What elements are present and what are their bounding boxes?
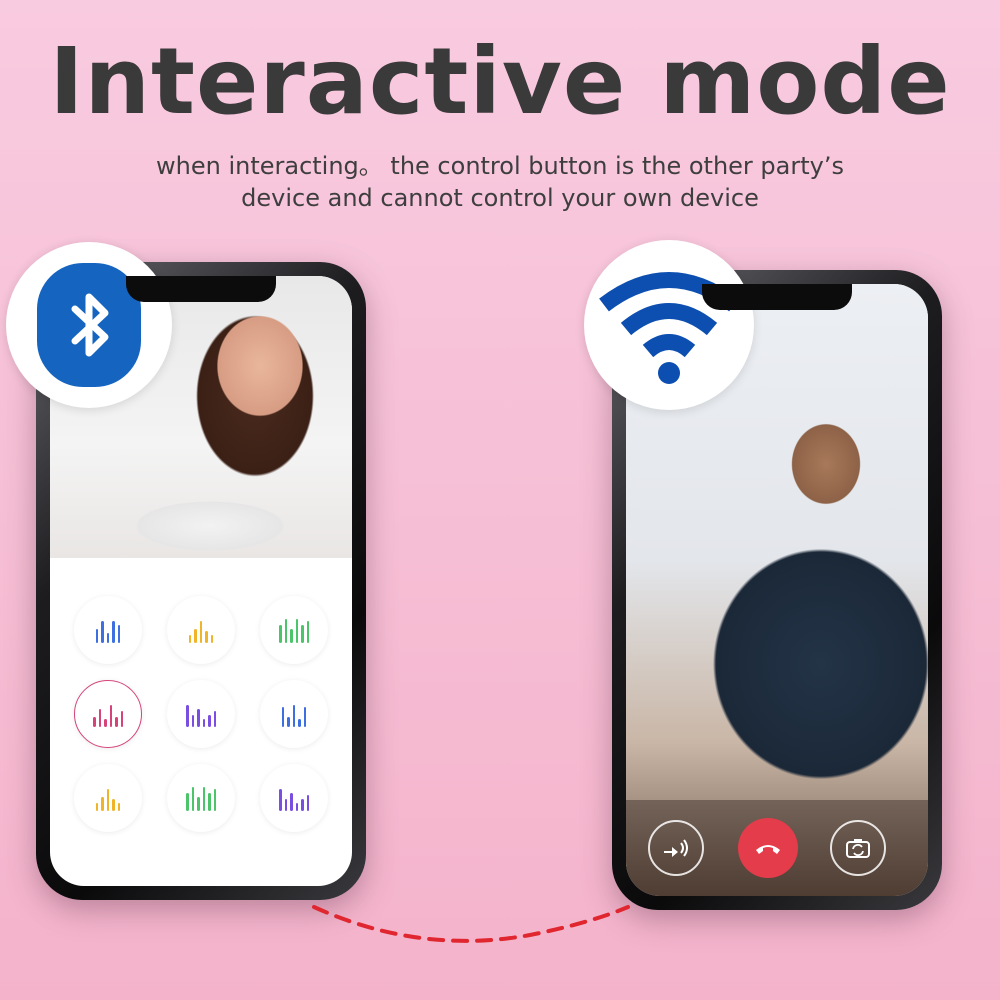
mode-button-grid xyxy=(74,596,328,832)
waveform-icon xyxy=(186,785,216,811)
waveform-icon xyxy=(188,617,214,643)
mode-4-button[interactable] xyxy=(74,680,142,748)
page-title: Interactive mode xyxy=(49,28,951,135)
mode-5-button[interactable] xyxy=(167,680,235,748)
connection-line xyxy=(312,905,630,943)
subtitle-line-1: when interacting。 the control button is … xyxy=(156,152,844,180)
mode-1-button[interactable] xyxy=(74,596,142,664)
phone-notch xyxy=(126,276,276,302)
call-controls-bar xyxy=(626,800,928,896)
bluetooth-badge xyxy=(6,242,172,408)
mode-9-button[interactable] xyxy=(260,764,328,832)
waveform-icon xyxy=(281,701,307,727)
page-subtitle: when interacting。 the control button is … xyxy=(0,150,1000,214)
waveform-icon xyxy=(279,785,309,811)
waveform-icon xyxy=(93,701,123,727)
mode-8-button[interactable] xyxy=(167,764,235,832)
waveform-icon xyxy=(279,617,309,643)
mode-7-button[interactable] xyxy=(74,764,142,832)
speaker-icon xyxy=(664,839,688,857)
speaker-button[interactable] xyxy=(648,820,704,876)
wifi-badge xyxy=(584,240,754,410)
subtitle-line-2: device and cannot control your own devic… xyxy=(241,184,759,212)
waveform-icon xyxy=(95,785,121,811)
waveform-icon xyxy=(186,701,216,727)
hangup-button[interactable] xyxy=(738,818,798,878)
mode-3-button[interactable] xyxy=(260,596,328,664)
wifi-icon xyxy=(599,272,739,384)
waveform-icon xyxy=(95,617,121,643)
camera-switch-icon xyxy=(846,839,870,858)
mode-2-button[interactable] xyxy=(167,596,235,664)
mode-6-button[interactable] xyxy=(260,680,328,748)
hangup-icon xyxy=(756,845,780,854)
camera-switch-button[interactable] xyxy=(830,820,886,876)
phone-notch xyxy=(702,284,852,310)
